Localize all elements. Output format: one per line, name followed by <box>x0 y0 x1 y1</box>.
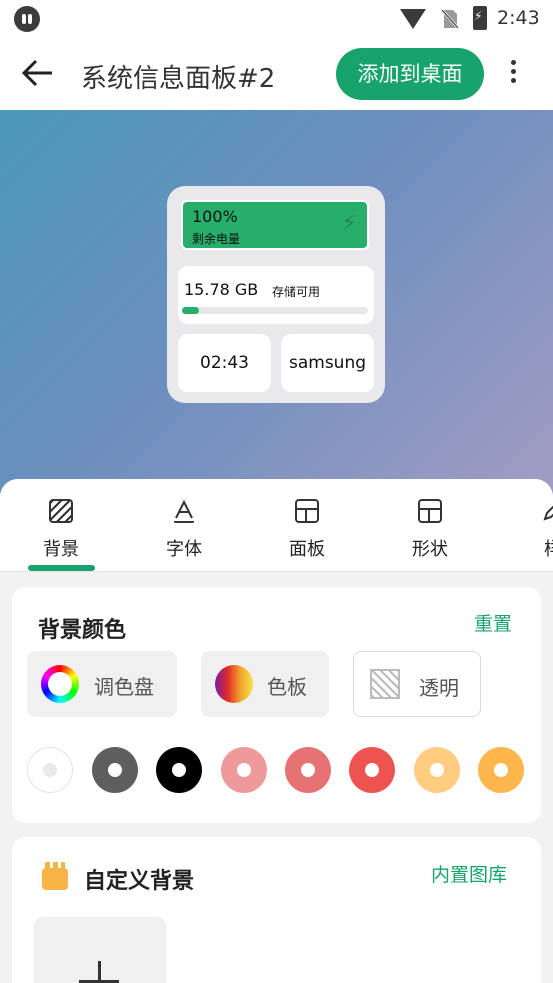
battery-percent: 100% <box>192 207 238 226</box>
color-swatch[interactable] <box>221 747 267 793</box>
active-tab-indicator <box>28 565 95 571</box>
tab-label: 字体 <box>166 539 202 560</box>
tab-label: 背景 <box>43 539 79 560</box>
app-notification-icon <box>14 6 40 32</box>
customization-sheet: 背景 字体 面板 形状 样 背景颜色 重置 <box>0 479 553 983</box>
tab-bar: 背景 字体 面板 形状 样 <box>0 479 553 572</box>
storage-progress-bar <box>182 307 368 314</box>
color-swatch[interactable] <box>349 747 395 793</box>
battery-panel: 100% 剩余电量 ⚡ <box>181 200 369 250</box>
swatch-grid-option[interactable]: 色板 <box>201 651 329 717</box>
page-title: 系统信息面板#2 <box>81 64 276 94</box>
status-time: 2:43 <box>497 7 540 29</box>
tab-background[interactable]: 背景 <box>6 479 116 571</box>
color-wheel-icon <box>41 665 79 703</box>
color-swatch[interactable] <box>27 747 73 793</box>
widget-preview-area: 100% 剩余电量 ⚡ 15.78 GB 存储可用 02:43 samsung <box>0 110 553 510</box>
color-swatch[interactable] <box>478 747 524 793</box>
transparent-icon <box>370 669 400 699</box>
add-to-desktop-button[interactable]: 添加到桌面 <box>336 48 484 100</box>
shape-icon <box>418 499 442 523</box>
storage-value: 15.78 GB <box>184 280 259 299</box>
clock-panel: 02:43 <box>178 334 271 392</box>
device-name-panel: samsung <box>281 334 374 392</box>
color-swatch[interactable] <box>156 747 202 793</box>
storage-panel: 15.78 GB 存储可用 <box>178 266 374 324</box>
color-swatch[interactable] <box>414 747 460 793</box>
color-grid-icon <box>215 665 253 703</box>
color-swatch[interactable] <box>285 747 331 793</box>
tab-shape[interactable]: 形状 <box>375 479 485 571</box>
lightning-icon: ⚡ <box>341 211 357 236</box>
no-sim-icon <box>441 9 459 29</box>
style-icon <box>543 505 553 521</box>
tab-label: 面板 <box>289 539 325 560</box>
add-image-button[interactable] <box>34 917 166 983</box>
color-swatch[interactable] <box>92 747 138 793</box>
tab-panel[interactable]: 面板 <box>252 479 362 571</box>
storage-progress-fill <box>182 307 199 314</box>
more-options-icon[interactable] <box>504 56 522 92</box>
background-icon <box>49 499 73 523</box>
back-arrow-icon[interactable] <box>22 58 54 88</box>
palette-option[interactable]: 调色盘 <box>27 651 177 717</box>
option-label: 色板 <box>267 675 307 699</box>
background-color-title: 背景颜色 <box>38 618 127 643</box>
wifi-icon <box>400 9 426 29</box>
built-in-gallery-link[interactable]: 内置图库 <box>431 860 507 887</box>
crown-icon <box>42 862 68 890</box>
tab-label: 形状 <box>412 539 448 560</box>
plus-icon <box>79 961 119 983</box>
option-label: 调色盘 <box>94 675 154 699</box>
battery-label: 剩余电量 <box>192 232 241 246</box>
tab-style[interactable]: 样 <box>498 479 553 571</box>
custom-background-title: 自定义背景 <box>84 869 195 894</box>
background-color-card: 背景颜色 重置 调色盘 色板 透明 <box>12 587 541 823</box>
custom-background-card: 自定义背景 内置图库 <box>12 837 541 983</box>
status-bar: 2:43 <box>0 0 553 38</box>
tab-font[interactable]: 字体 <box>129 479 239 571</box>
system-info-widget: 100% 剩余电量 ⚡ 15.78 GB 存储可用 02:43 samsung <box>167 186 385 403</box>
font-icon <box>174 499 194 523</box>
reset-button[interactable]: 重置 <box>474 609 512 636</box>
option-label: 透明 <box>419 676 459 700</box>
top-app-bar: 系统信息面板#2 添加到桌面 <box>0 38 553 110</box>
transparent-option[interactable]: 透明 <box>353 651 481 717</box>
panel-icon <box>295 499 319 523</box>
battery-charging-icon <box>473 6 487 30</box>
tab-label: 样 <box>498 535 553 561</box>
storage-label: 存储可用 <box>272 285 321 299</box>
